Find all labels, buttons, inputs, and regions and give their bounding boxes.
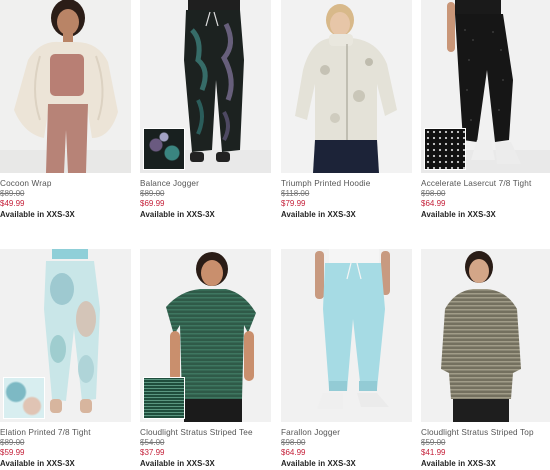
product-name[interactable]: Cloudlight Stratus Striped Tee — [140, 428, 271, 438]
sale-price: $64.99 — [421, 199, 446, 208]
product-card-accelerate-lasercut-tight[interactable]: Accelerate Lasercut 7/8 Tight $98.00 $64… — [421, 0, 550, 220]
product-name[interactable]: Cocoon Wrap — [0, 179, 131, 189]
fabric-swatch — [143, 128, 185, 170]
fabric-swatch — [143, 377, 185, 419]
sale-price: $69.99 — [140, 199, 165, 208]
product-grid: Cocoon Wrap $89.00 $49.99 Available in X… — [0, 0, 550, 470]
product-name[interactable]: Elation Printed 7/8 Tight — [0, 428, 131, 438]
product-card-elation-printed-tight[interactable]: Elation Printed 7/8 Tight $89.00 $59.99 … — [0, 249, 131, 469]
availability-text: Available in XXS-3X — [140, 459, 215, 468]
original-price: $118.00 — [281, 189, 310, 198]
sale-price: $79.99 — [281, 199, 306, 208]
original-price: $89.00 — [140, 189, 165, 198]
original-price: $54.00 — [140, 438, 165, 447]
product-name[interactable]: Balance Jogger — [140, 179, 271, 189]
sale-price: $59.99 — [0, 448, 25, 457]
original-price: $89.00 — [0, 438, 25, 447]
original-price: $98.00 — [281, 438, 306, 447]
product-image[interactable] — [0, 0, 131, 173]
product-image[interactable] — [140, 0, 271, 173]
product-card-triumph-printed-hoodie[interactable]: Triumph Printed Hoodie $118.00 $79.99 Av… — [281, 0, 412, 220]
availability-text: Available in XXS-3X — [421, 210, 496, 219]
availability-text: Available in XXS-3X — [140, 210, 215, 219]
original-price: $98.00 — [421, 189, 446, 198]
fabric-swatch — [424, 128, 466, 170]
product-image[interactable] — [421, 0, 550, 173]
original-price: $89.00 — [0, 189, 25, 198]
product-card-cloudlight-striped-top[interactable]: Cloudlight Stratus Striped Top $59.00 $4… — [421, 249, 550, 469]
original-price: $59.00 — [421, 438, 446, 447]
fabric-swatch — [3, 377, 45, 419]
availability-text: Available in XXS-3X — [0, 210, 75, 219]
availability-text: Available in XXS-3X — [281, 210, 356, 219]
product-card-balance-jogger[interactable]: Balance Jogger $89.00 $69.99 Available i… — [140, 0, 271, 220]
sale-price: $49.99 — [0, 199, 25, 208]
product-name[interactable]: Cloudlight Stratus Striped Top — [421, 428, 550, 438]
sale-price: $64.99 — [281, 448, 306, 457]
sale-price: $37.99 — [140, 448, 165, 457]
product-name[interactable]: Accelerate Lasercut 7/8 Tight — [421, 179, 550, 189]
product-image[interactable] — [421, 249, 550, 422]
product-image[interactable] — [0, 249, 131, 422]
availability-text: Available in XXS-3X — [0, 459, 75, 468]
availability-text: Available in XXS-3X — [281, 459, 356, 468]
product-image[interactable] — [140, 249, 271, 422]
availability-text: Available in XXS-3X — [421, 459, 496, 468]
sale-price: $41.99 — [421, 448, 446, 457]
product-card-cloudlight-striped-tee[interactable]: Cloudlight Stratus Striped Tee $54.00 $3… — [140, 249, 271, 469]
product-name[interactable]: Farallon Jogger — [281, 428, 412, 438]
product-image[interactable] — [281, 0, 412, 173]
product-card-farallon-jogger[interactable]: Farallon Jogger $98.00 $64.99 Available … — [281, 249, 412, 469]
product-name[interactable]: Triumph Printed Hoodie — [281, 179, 412, 189]
product-image[interactable] — [281, 249, 412, 422]
product-card-cocoon-wrap[interactable]: Cocoon Wrap $89.00 $49.99 Available in X… — [0, 0, 131, 220]
